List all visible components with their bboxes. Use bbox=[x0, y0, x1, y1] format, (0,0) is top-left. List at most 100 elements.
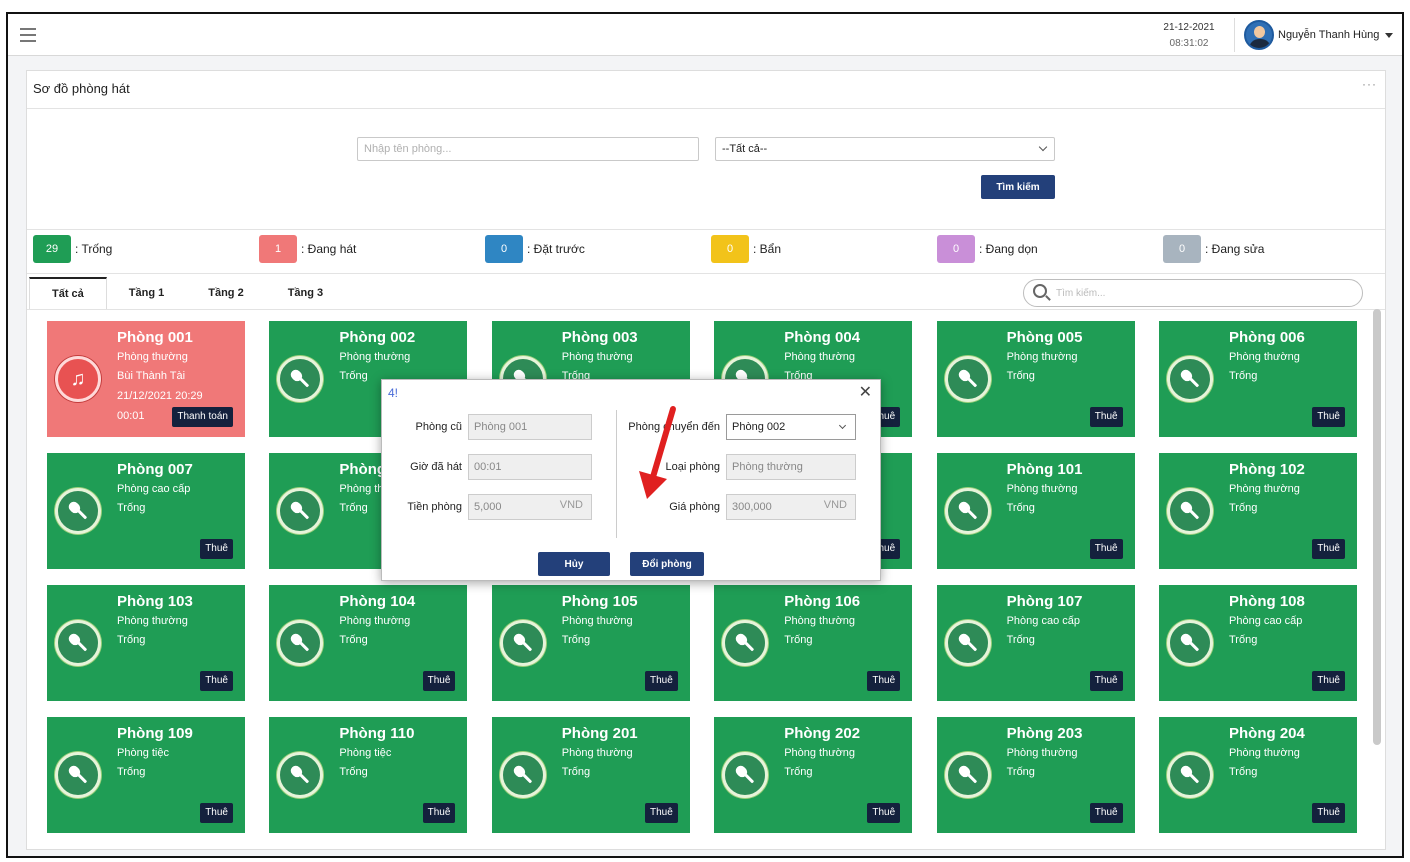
room-name: Phòng 204 bbox=[1229, 725, 1305, 742]
room-type: Phòng thường bbox=[117, 351, 188, 363]
room-type: Phòng thường bbox=[1229, 351, 1300, 363]
legend-item: 0 : Đang dọn bbox=[937, 235, 1038, 263]
cancel-button[interactable]: Hủy bbox=[538, 552, 610, 576]
room-action-button[interactable]: Thanh toán bbox=[172, 407, 233, 427]
divider bbox=[27, 309, 1385, 310]
room-action-button[interactable]: Thuê bbox=[1312, 539, 1345, 559]
room-card[interactable]: Phòng 201 Phòng thường Trống Thuê bbox=[491, 717, 690, 833]
target-room-select[interactable]: Phòng 002 bbox=[726, 414, 856, 440]
room-name: Phòng 105 bbox=[561, 593, 638, 610]
room-type-row: Loại phòng Phòng thường bbox=[620, 454, 856, 480]
room-action-button[interactable]: Thuê bbox=[200, 539, 233, 559]
room-action-button[interactable]: Thuê bbox=[1312, 803, 1345, 823]
room-type: Phòng thường bbox=[1229, 483, 1300, 495]
price-value: 300,000 bbox=[732, 501, 772, 513]
room-card[interactable]: Phòng 102 Phòng thường Trống Thuê bbox=[1159, 453, 1357, 569]
room-card[interactable]: Phòng 005 Phòng thường Trống Thuê bbox=[936, 321, 1135, 437]
room-name-input[interactable] bbox=[357, 137, 699, 161]
room-action-button[interactable]: Thuê bbox=[200, 803, 233, 823]
dialog-title: 4! bbox=[388, 386, 399, 400]
room-action-button[interactable]: Thuê bbox=[645, 803, 678, 823]
room-status: Trống bbox=[117, 766, 146, 778]
room-card[interactable]: Phòng 106 Phòng thường Trống Thuê bbox=[714, 585, 913, 701]
room-status: Trống bbox=[1006, 502, 1035, 514]
room-card[interactable]: ♫ Phòng 001 Phòng thường Bùi Thành Tài 21/12… bbox=[47, 321, 245, 437]
room-action-button[interactable]: Thuê bbox=[200, 671, 233, 691]
room-status: Bùi Thành Tài bbox=[117, 370, 186, 382]
room-action-button[interactable]: Thuê bbox=[867, 803, 901, 823]
room-type-field: Phòng thường bbox=[726, 454, 856, 480]
room-status: Trống bbox=[1006, 370, 1035, 382]
tab-floor[interactable]: Tầng 1 bbox=[107, 277, 186, 309]
chevron-down-icon bbox=[838, 421, 847, 430]
room-action-button[interactable]: Thuê bbox=[422, 803, 456, 823]
room-type: Phòng cao cấp bbox=[1229, 615, 1303, 627]
fee-row: Tiền phòng 5,000 VND bbox=[390, 494, 592, 520]
room-type: Phòng thường bbox=[1229, 747, 1300, 759]
tab-floor[interactable]: Tầng 3 bbox=[266, 277, 345, 309]
room-action-button[interactable]: Thuê bbox=[1089, 539, 1123, 559]
more-options-icon[interactable]: ··· bbox=[1362, 77, 1377, 91]
room-card[interactable]: Phòng 107 Phòng cao cấp Trống Thuê bbox=[936, 585, 1135, 701]
user-menu[interactable]: Nguyễn Thanh Hùng bbox=[1244, 18, 1394, 52]
room-action-button[interactable]: Thuê bbox=[1089, 407, 1123, 427]
search-button[interactable]: Tìm kiếm bbox=[981, 175, 1055, 199]
room-status: Trống bbox=[784, 634, 813, 646]
microphone-icon bbox=[944, 752, 991, 798]
room-status: Trống bbox=[1229, 766, 1258, 778]
room-name: Phòng 004 bbox=[784, 329, 861, 346]
room-status: Trống bbox=[117, 502, 146, 514]
room-card[interactable]: Phòng 101 Phòng thường Trống Thuê bbox=[936, 453, 1135, 569]
top-bar: 21-12-2021 08:31:02 Nguyễn Thanh Hùng bbox=[8, 14, 1402, 56]
room-action-button[interactable]: Thuê bbox=[422, 671, 456, 691]
room-name: Phòng 201 bbox=[561, 725, 638, 742]
room-action-button[interactable]: Thuê bbox=[1089, 803, 1123, 823]
room-action-button[interactable]: Thuê bbox=[1312, 407, 1345, 427]
room-card[interactable]: Phòng 103 Phòng thường Trống Thuê bbox=[47, 585, 245, 701]
panel-title: Sơ đồ phòng hát bbox=[33, 81, 130, 96]
room-card[interactable]: Phòng 204 Phòng thường Trống Thuê bbox=[1159, 717, 1357, 833]
room-status: Trống bbox=[339, 634, 368, 646]
room-name: Phòng 003 bbox=[561, 329, 638, 346]
legend-item: 0: Đặt trước bbox=[485, 235, 585, 263]
room-card[interactable]: Phòng 108 Phòng cao cấp Trống Thuê bbox=[1159, 585, 1357, 701]
room-name: Phòng 006 bbox=[1229, 329, 1305, 346]
room-action-button[interactable]: Thuê bbox=[867, 671, 901, 691]
close-icon[interactable]: ✕ bbox=[859, 382, 872, 402]
room-status: Trống bbox=[1229, 502, 1258, 514]
scrollbar[interactable] bbox=[1373, 309, 1381, 745]
room-card[interactable]: Phòng 203 Phòng thường Trống Thuê bbox=[936, 717, 1135, 833]
status-select-value: --Tất cả-- bbox=[722, 143, 768, 155]
room-card[interactable]: Phòng 007 Phòng cao cấp Trống Thuê bbox=[47, 453, 245, 569]
room-search-input[interactable] bbox=[1023, 279, 1363, 307]
room-type: Phòng thường bbox=[339, 351, 411, 363]
room-name: Phòng 203 bbox=[1006, 725, 1083, 742]
room-status: Trống bbox=[1229, 370, 1258, 382]
hours-row: Giờ đã hát 00:01 bbox=[390, 454, 592, 480]
room-card[interactable]: Phòng 105 Phòng thường Trống Thuê bbox=[491, 585, 690, 701]
menu-icon[interactable] bbox=[20, 28, 36, 42]
legend-item: 0: Đang sửa bbox=[1163, 235, 1264, 263]
room-card[interactable]: Phòng 109 Phòng tiệc Trống Thuê bbox=[47, 717, 245, 833]
microphone-icon bbox=[277, 620, 324, 666]
room-card[interactable]: Phòng 110 Phòng tiệc Trống Thuê bbox=[269, 717, 468, 833]
tab-floor[interactable]: Tất cả bbox=[29, 277, 107, 309]
room-name: Phòng 108 bbox=[1229, 593, 1305, 610]
tab-floor[interactable]: Tầng 2 bbox=[186, 277, 265, 309]
room-card[interactable]: Phòng 006 Phòng thường Trống Thuê bbox=[1159, 321, 1357, 437]
legend-label: : Đang dọn bbox=[979, 242, 1038, 256]
clock: 21-12-2021 08:31:02 bbox=[1154, 20, 1224, 52]
microphone-icon bbox=[1167, 752, 1213, 798]
change-room-button[interactable]: Đổi phòng bbox=[630, 552, 704, 576]
room-action-button[interactable]: Thuê bbox=[1089, 671, 1123, 691]
status-select[interactable]: --Tất cả-- bbox=[715, 137, 1055, 161]
room-card[interactable]: Phòng 104 Phòng thường Trống Thuê bbox=[269, 585, 468, 701]
room-action-button[interactable]: Thuê bbox=[1312, 671, 1345, 691]
floor-tabs: Tất cả Tầng 1 Tầng 2 Tầng 3 bbox=[29, 277, 345, 309]
legend-label: : Bẩn bbox=[753, 242, 782, 256]
chevron-down-icon bbox=[1038, 142, 1048, 152]
room-action-button[interactable]: Thuê bbox=[645, 671, 678, 691]
room-card[interactable]: Phòng 202 Phòng thường Trống Thuê bbox=[714, 717, 913, 833]
legend-count-badge: 0 bbox=[937, 235, 975, 263]
fee-label: Tiền phòng bbox=[407, 501, 462, 513]
